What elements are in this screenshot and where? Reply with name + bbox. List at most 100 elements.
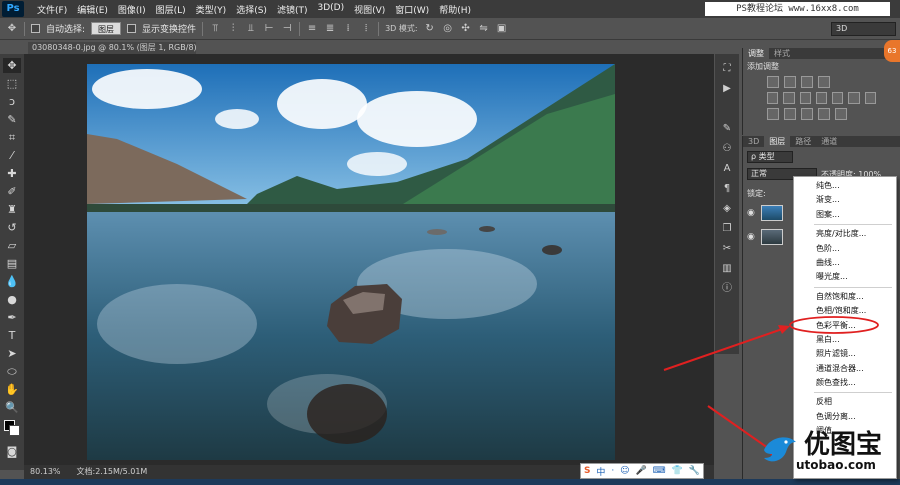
selective-color-icon[interactable]	[835, 108, 847, 120]
menu-item-exposure[interactable]: 曝光度...	[794, 270, 896, 284]
clone-source-icon[interactable]: ⚇	[719, 142, 735, 156]
layer-filter-dropdown[interactable]: ρ 类型	[747, 151, 793, 163]
quick-mask-icon[interactable]: ◙	[3, 444, 21, 459]
healing-brush-icon[interactable]: ✚	[3, 166, 21, 181]
menu-item-channel-mixer[interactable]: 通道混合器...	[794, 362, 896, 376]
ime-voice-icon[interactable]: 🎤	[635, 466, 646, 476]
history-panel-icon[interactable]: ⛶	[719, 62, 735, 76]
tool-presets-icon[interactable]: ✂	[719, 242, 735, 256]
photo-filter-icon[interactable]	[832, 92, 844, 104]
menu-item-solid-color[interactable]: 纯色...	[794, 179, 896, 193]
paragraph-panel-icon[interactable]: ¶	[719, 182, 735, 196]
auto-select-dropdown[interactable]: 图层	[91, 22, 122, 35]
menu-select[interactable]: 选择(S)	[231, 3, 272, 16]
black-white-icon[interactable]	[815, 92, 828, 104]
threshold-icon[interactable]	[801, 108, 813, 120]
layer-row[interactable]: ◉	[743, 202, 793, 224]
menu-type[interactable]: 类型(Y)	[191, 3, 232, 16]
menu-window[interactable]: 窗口(W)	[390, 3, 434, 16]
move-tool-icon[interactable]: ✥	[3, 58, 21, 73]
vibrance-icon[interactable]	[767, 92, 779, 104]
posterize-icon[interactable]	[784, 108, 796, 120]
3d-roll-icon[interactable]: ◎	[442, 23, 454, 35]
3d-panel-icon[interactable]: ◈	[719, 202, 735, 216]
info-panel-icon[interactable]: ⓘ	[719, 282, 735, 296]
menu-item-gradient[interactable]: 渐变...	[794, 193, 896, 207]
distribute-icon[interactable]: ⁞	[342, 23, 354, 35]
menu-image[interactable]: 图像(I)	[113, 3, 151, 16]
eye-icon[interactable]: ◉	[747, 232, 757, 242]
zoom-tool-icon[interactable]: 🔍	[3, 400, 21, 415]
brightness-contrast-icon[interactable]	[767, 76, 779, 88]
type-tool-icon[interactable]: T	[3, 328, 21, 343]
menu-help[interactable]: 帮助(H)	[434, 3, 476, 16]
show-transform-checkbox[interactable]	[127, 24, 137, 33]
color-balance-icon[interactable]	[799, 92, 811, 104]
align-bottom-icon[interactable]: ⫫	[245, 23, 257, 35]
ime-tools-icon[interactable]: 🔧	[689, 466, 700, 476]
brush-tool-icon[interactable]: ✐	[3, 184, 21, 199]
character-panel-icon[interactable]: A	[719, 162, 735, 176]
lasso-tool-icon[interactable]: ↄ	[3, 94, 21, 109]
menu-item-black-white[interactable]: 黑白...	[794, 333, 896, 347]
tab-adjustments[interactable]: 调整	[743, 48, 769, 59]
menu-view[interactable]: 视图(V)	[349, 3, 390, 16]
3d-slide-icon[interactable]: ⇋	[478, 23, 490, 35]
move-tool-icon[interactable]: ✥	[6, 23, 18, 35]
layer-row[interactable]: ◉	[743, 226, 793, 248]
clone-stamp-icon[interactable]: ♜	[3, 202, 21, 217]
menu-item-brightness-contrast[interactable]: 亮度/对比度...	[794, 227, 896, 241]
dodge-tool-icon[interactable]: ●	[3, 292, 21, 307]
menu-item-levels[interactable]: 色阶...	[794, 242, 896, 256]
pen-tool-icon[interactable]: ✒	[3, 310, 21, 325]
tab-channels[interactable]: 通道	[816, 136, 842, 147]
quick-select-tool-icon[interactable]: ✎	[3, 112, 21, 127]
hue-saturation-icon[interactable]	[783, 92, 795, 104]
align-left-icon[interactable]: ⊢	[263, 23, 275, 35]
blur-tool-icon[interactable]: 💧	[3, 274, 21, 289]
align-top-icon[interactable]: ⫪	[209, 23, 221, 35]
brush-panel-icon[interactable]: ✎	[719, 122, 735, 136]
workspace-dropdown[interactable]: 3D	[831, 22, 896, 36]
curves-icon[interactable]	[801, 76, 813, 88]
history-brush-icon[interactable]: ↺	[3, 220, 21, 235]
eyedropper-tool-icon[interactable]: ⁄	[3, 148, 21, 163]
document-tab[interactable]: 03080348-0.jpg @ 80.1% (图层 1, RGB/8) *	[28, 42, 196, 54]
ime-mode[interactable]: 中	[596, 465, 605, 478]
tab-3d[interactable]: 3D	[743, 136, 764, 147]
tab-layers[interactable]: 图层	[764, 136, 791, 147]
layer-comps-icon[interactable]: ❐	[719, 222, 735, 236]
channel-mixer-icon[interactable]	[848, 92, 860, 104]
menu-filter[interactable]: 滤镜(T)	[272, 3, 313, 16]
ime-keyboard-icon[interactable]: ⌨	[653, 466, 666, 476]
menu-item-color-balance[interactable]: 色彩平衡...	[794, 319, 896, 333]
marquee-tool-icon[interactable]: ⬚	[3, 76, 21, 91]
menu-edit[interactable]: 编辑(E)	[72, 3, 113, 16]
gradient-tool-icon[interactable]: ▤	[3, 256, 21, 271]
ime-emoji-icon[interactable]: ☺	[620, 466, 629, 476]
notification-badge[interactable]: 63	[884, 40, 900, 62]
zoom-level[interactable]: 80.13%	[30, 465, 61, 479]
menu-item-pattern[interactable]: 图案...	[794, 208, 896, 222]
distribute-icon[interactable]: ⦙	[360, 23, 372, 35]
invert-icon[interactable]	[767, 108, 779, 120]
3d-rotate-icon[interactable]: ↻	[424, 23, 436, 35]
eye-icon[interactable]: ◉	[747, 208, 757, 218]
3d-scale-icon[interactable]: ▣	[496, 23, 508, 35]
auto-select-checkbox[interactable]	[31, 24, 40, 33]
menu-item-invert[interactable]: 反相	[794, 395, 896, 409]
color-lookup-icon[interactable]	[864, 92, 876, 104]
menu-item-photo-filter[interactable]: 照片滤镜...	[794, 347, 896, 361]
distribute-icon[interactable]: ≣	[324, 23, 336, 35]
menu-item-curves[interactable]: 曲线...	[794, 256, 896, 270]
notes-icon[interactable]: ▥	[719, 262, 735, 276]
levels-icon[interactable]	[784, 76, 796, 88]
exposure-icon[interactable]	[818, 76, 830, 88]
hand-tool-icon[interactable]: ✋	[3, 382, 21, 397]
distribute-icon[interactable]: ≡	[306, 23, 318, 35]
shape-tool-icon[interactable]: ⬭	[3, 364, 21, 379]
ime-logo-icon[interactable]: S	[584, 466, 590, 476]
ime-skin-icon[interactable]: 👕	[672, 466, 683, 476]
menu-item-color-lookup[interactable]: 颜色查找...	[794, 376, 896, 390]
menu-item-hue-saturation[interactable]: 色相/饱和度...	[794, 304, 896, 318]
